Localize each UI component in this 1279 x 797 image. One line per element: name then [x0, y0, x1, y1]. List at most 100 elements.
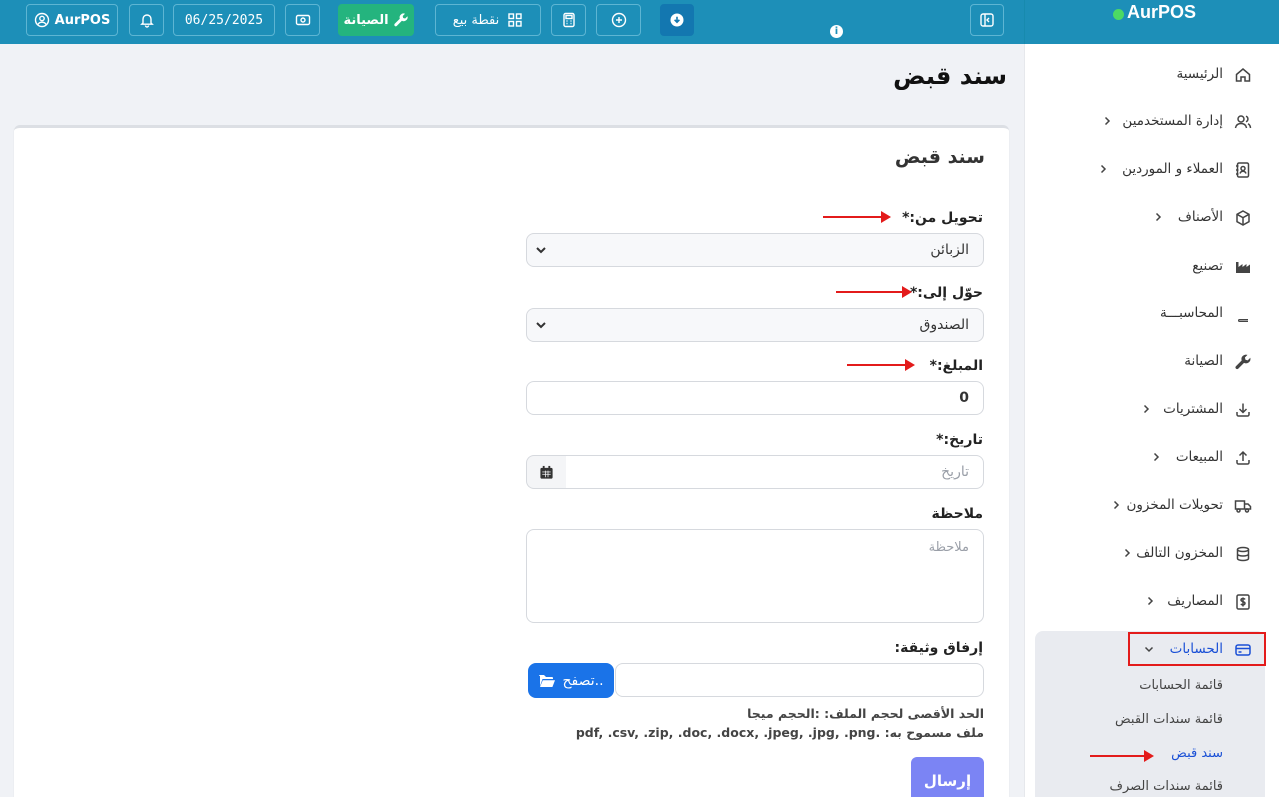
annotation-arrow [1090, 750, 1154, 762]
calendar-icon [540, 465, 553, 479]
sidebar-item-accounting[interactable]: المحاسبـــة [1024, 296, 1279, 332]
wrench-icon [393, 13, 408, 27]
notifications-button[interactable] [129, 4, 164, 36]
sidebar-item-manufacturing[interactable]: تصنيع [1024, 249, 1279, 285]
date-input[interactable]: تاريخ [565, 455, 984, 489]
chevron-left-icon [1100, 164, 1107, 174]
page-title: سند قبض [893, 62, 1007, 90]
date-placeholder: تاريخ [941, 464, 969, 480]
sidebar-item-label: تحويلات المخزون [1126, 497, 1223, 513]
pos-button[interactable]: نقطة بيع [435, 4, 541, 36]
plus-circle-icon [611, 12, 626, 28]
file-input[interactable] [615, 663, 984, 697]
user-circle-icon [34, 12, 49, 28]
sidebar-item-damaged-stock[interactable]: المخزون التالف [1024, 536, 1279, 572]
user-label: AurPOS [54, 12, 111, 28]
sidebar-item-label: المبيعات [1175, 449, 1223, 465]
browse-label: تصفح.. [562, 672, 604, 689]
from-value: الزبائن [930, 242, 969, 258]
sidebar-item-label: الصيانة [1184, 353, 1223, 369]
to-label: حوّل إلى:* [909, 285, 983, 301]
sidebar-item-purchases[interactable]: المشتريات [1024, 392, 1279, 428]
amount-input[interactable]: 0 [526, 381, 984, 415]
annotation-highlight [1128, 632, 1266, 666]
amount-label: المبلغ:* [929, 358, 983, 374]
money-icon [295, 14, 310, 26]
annotation-arrow [847, 359, 915, 371]
chevron-left-icon [1147, 596, 1154, 606]
sidebar-item-label: تصنيع [1192, 258, 1223, 274]
note-textarea[interactable]: ملاحظة [526, 529, 984, 623]
date-label: تاريخ:* [936, 432, 983, 448]
note-label: ملاحظة [931, 506, 983, 522]
sidebar-item-customers[interactable]: العملاء و الموردين [1024, 152, 1279, 188]
to-value: الصندوق [919, 317, 970, 333]
maintenance-button[interactable]: الصيانة [338, 4, 414, 36]
sidebar-toggle-button[interactable] [970, 4, 1004, 36]
allowed-files-note: ملف مسموح به: .pdf, .csv, .zip, .doc, .d… [575, 725, 984, 740]
dollar-icon [1236, 594, 1250, 610]
database-icon [1236, 546, 1250, 562]
max-size-note: الحد الأقصى لحجم الملف: :الحجم ميجا [747, 706, 984, 721]
top-bar: AurPOS 06/25/2025 الصيانة نقطة بيع i [0, 0, 1024, 44]
wrench-icon [1235, 354, 1251, 370]
chevron-left-icon [1124, 548, 1131, 558]
chevron-left-icon [1104, 116, 1111, 126]
sidebar-item-label: المشتريات [1163, 401, 1223, 417]
status-dot [1113, 9, 1124, 20]
sidebar-item-label: الأصناف [1177, 209, 1223, 225]
maintenance-label: الصيانة [343, 12, 389, 28]
to-select[interactable]: الصندوق [526, 308, 984, 342]
from-select[interactable]: الزبائن [526, 233, 984, 267]
attach-label: إرفاق وثيقة: [894, 640, 983, 656]
user-menu-button[interactable]: AurPOS [26, 4, 118, 36]
sidebar-item-label: إدارة المستخدمين [1122, 113, 1223, 129]
sidebar-subitem-accounts-list[interactable]: قائمة الحسابات [1139, 678, 1223, 693]
folder-open-icon [539, 674, 556, 687]
from-label: تحويل من:* [902, 210, 983, 226]
chevron-left-icon [1155, 212, 1162, 222]
sidebar-item-label: المحاسبـــة [1160, 305, 1223, 321]
chevron-down-icon [536, 247, 546, 254]
browse-button[interactable]: تصفح.. [528, 663, 614, 698]
calculator-button[interactable] [551, 4, 586, 36]
date-text: 06/25/2025 [184, 12, 264, 28]
annotation-arrow [836, 286, 912, 298]
book-icon [1238, 307, 1248, 322]
submit-label: إرسال [923, 772, 972, 790]
sidebar-item-expenses[interactable]: المصاريف [1024, 584, 1279, 620]
download-button[interactable] [660, 4, 694, 36]
address-book-icon [1236, 162, 1250, 178]
box-icon [1236, 210, 1250, 226]
sidebar-item-sales[interactable]: المبيعات [1024, 440, 1279, 476]
chevron-left-icon [1113, 500, 1120, 510]
sidebar-subitem-payments-list[interactable]: قائمة سندات الصرف [1109, 779, 1223, 794]
sidebar-item-items[interactable]: الأصناف [1024, 200, 1279, 236]
add-button[interactable] [596, 4, 641, 36]
sidebar-item-stock-transfers[interactable]: تحويلات المخزون [1024, 488, 1279, 524]
upload-icon [1236, 450, 1250, 465]
sidebar-item-home[interactable]: الرئيسية [1024, 57, 1279, 93]
date-display: 06/25/2025 [173, 4, 275, 36]
sidebar-subitem-receipt-voucher[interactable]: سند قبض [1171, 746, 1223, 761]
users-icon [1234, 115, 1252, 129]
sidebar-subitem-receipts-list[interactable]: قائمة سندات القبض [1115, 712, 1223, 727]
home-icon [1235, 68, 1251, 82]
factory-icon [1236, 262, 1250, 273]
sidebar-toggle-icon [980, 13, 994, 27]
arrow-down-circle-icon [670, 13, 684, 27]
submit-button[interactable]: إرسال [911, 757, 984, 797]
sidebar-item-maintenance[interactable]: الصيانة [1024, 344, 1279, 380]
date-picker-button[interactable] [526, 455, 566, 489]
chevron-left-icon [1143, 404, 1150, 414]
sidebar-item-users[interactable]: إدارة المستخدمين [1024, 104, 1279, 140]
sidebar-item-label: المخزون التالف [1136, 545, 1223, 561]
sidebar-item-label: الرئيسية [1176, 66, 1224, 82]
annotation-arrow [823, 211, 891, 223]
chevron-down-icon [536, 322, 546, 329]
brand-name: AurPOS [1127, 2, 1197, 22]
sidebar-item-label: العملاء و الموردين [1122, 161, 1223, 177]
info-icon[interactable]: i [830, 25, 843, 38]
truck-icon [1234, 500, 1252, 513]
cash-register-button[interactable] [285, 4, 320, 36]
